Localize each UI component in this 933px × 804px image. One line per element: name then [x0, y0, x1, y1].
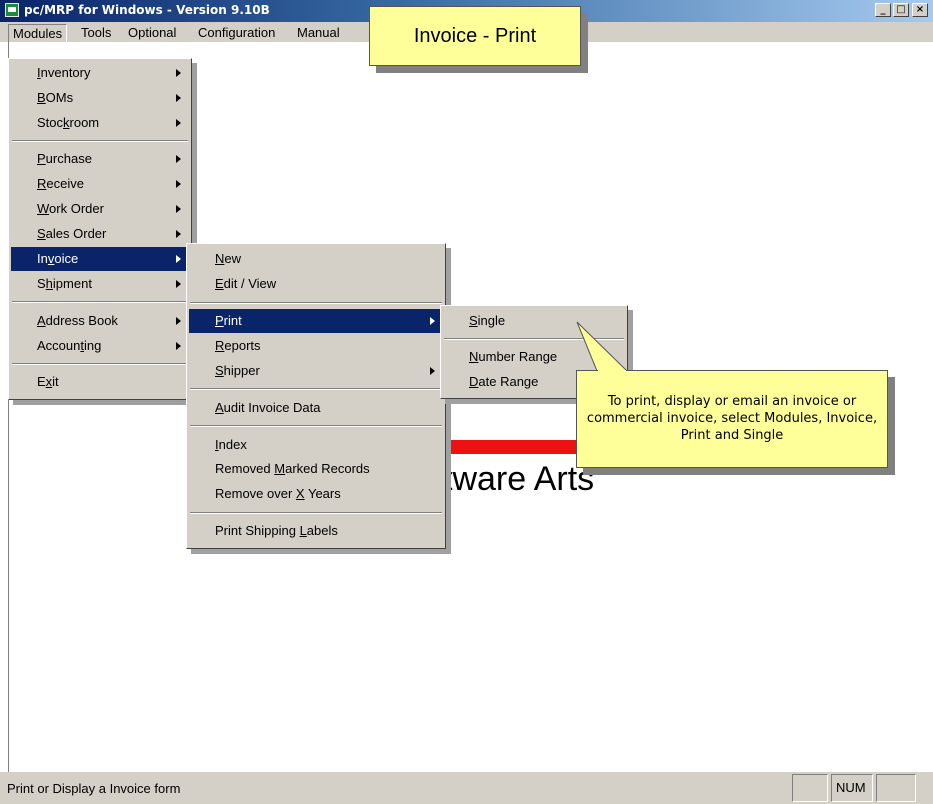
submenu-arrow-icon: [176, 119, 181, 127]
background-logo-subtitle: tware Arts: [443, 460, 595, 498]
status-panel-num: NUM: [831, 774, 873, 802]
menu-separator: [12, 140, 188, 142]
menu-item-exit[interactable]: Exit: [11, 370, 189, 394]
menu-item-work-order[interactable]: Work Order: [11, 197, 189, 221]
menu-item-remove-over-x-years[interactable]: Remove over X Years: [189, 482, 443, 506]
menu-item-purchase[interactable]: Purchase: [11, 147, 189, 171]
menu-item-invoice[interactable]: Invoice: [11, 247, 189, 271]
submenu-arrow-icon: [176, 94, 181, 102]
menu-separator: [12, 301, 188, 303]
menu-item-new[interactable]: New: [189, 247, 443, 271]
tip-callout: To print, display or email an invoice or…: [576, 370, 888, 468]
menu-item-index[interactable]: Index: [189, 433, 443, 457]
invoice-submenu: New Edit / View Print Reports Shipper Au…: [186, 243, 446, 549]
submenu-arrow-icon: [430, 367, 435, 375]
menu-item-audit-invoice-data[interactable]: Audit Invoice Data: [189, 396, 443, 420]
menu-item-edit-view[interactable]: Edit / View: [189, 272, 443, 296]
menu-separator: [190, 388, 442, 390]
modules-menu: Inventory BOMs Stockroom Purchase Receiv…: [8, 58, 192, 400]
menu-item-shipper[interactable]: Shipper: [189, 359, 443, 383]
submenu-arrow-icon: [176, 342, 181, 350]
close-button[interactable]: ×: [912, 3, 928, 17]
menu-item-print-shipping-labels[interactable]: Print Shipping Labels: [189, 519, 443, 543]
window-title: pc/MRP for Windows - Version 9.10B: [24, 3, 270, 17]
menu-tools[interactable]: Tools: [77, 24, 115, 41]
menu-item-number-range[interactable]: Number Range: [443, 345, 625, 369]
menu-item-single[interactable]: Single: [443, 309, 625, 333]
status-text: Print or Display a Invoice form: [7, 781, 181, 796]
menu-separator: [190, 425, 442, 427]
submenu-arrow-icon: [176, 255, 181, 263]
menu-separator: [444, 338, 624, 340]
app-icon[interactable]: [5, 3, 19, 17]
status-bar: Print or Display a Invoice form NUM: [0, 772, 933, 804]
menu-optional[interactable]: Optional: [124, 24, 180, 41]
menu-item-accounting[interactable]: Accounting: [11, 334, 189, 358]
menu-item-print[interactable]: Print: [189, 309, 443, 333]
menu-item-address-book[interactable]: Address Book: [11, 309, 189, 333]
menu-separator: [12, 363, 188, 365]
title-callout: Invoice - Print: [369, 6, 581, 66]
submenu-arrow-icon: [176, 69, 181, 77]
submenu-arrow-icon: [430, 317, 435, 325]
menu-item-reports[interactable]: Reports: [189, 334, 443, 358]
menu-manual[interactable]: Manual: [293, 24, 344, 41]
menu-item-shipment[interactable]: Shipment: [11, 272, 189, 296]
submenu-arrow-icon: [176, 230, 181, 238]
menu-item-boms[interactable]: BOMs: [11, 86, 189, 110]
submenu-arrow-icon: [176, 317, 181, 325]
submenu-arrow-icon: [176, 205, 181, 213]
menu-item-sales-order[interactable]: Sales Order: [11, 222, 189, 246]
menu-item-removed-marked-records[interactable]: Removed Marked Records: [189, 457, 443, 481]
menu-item-stockroom[interactable]: Stockroom: [11, 111, 189, 135]
menu-separator: [190, 302, 442, 304]
menu-modules[interactable]: Modules: [8, 24, 68, 43]
menu-configuration[interactable]: Configuration: [194, 24, 279, 41]
menu-item-receive[interactable]: Receive: [11, 172, 189, 196]
status-panel-scroll: [876, 774, 916, 802]
submenu-arrow-icon: [176, 180, 181, 188]
status-panel-caps: [792, 774, 828, 802]
maximize-button[interactable]: □: [893, 3, 909, 17]
submenu-arrow-icon: [176, 155, 181, 163]
menu-separator: [190, 512, 442, 514]
submenu-arrow-icon: [176, 280, 181, 288]
menu-item-inventory[interactable]: Inventory: [11, 61, 189, 85]
minimize-button[interactable]: _: [875, 3, 891, 17]
